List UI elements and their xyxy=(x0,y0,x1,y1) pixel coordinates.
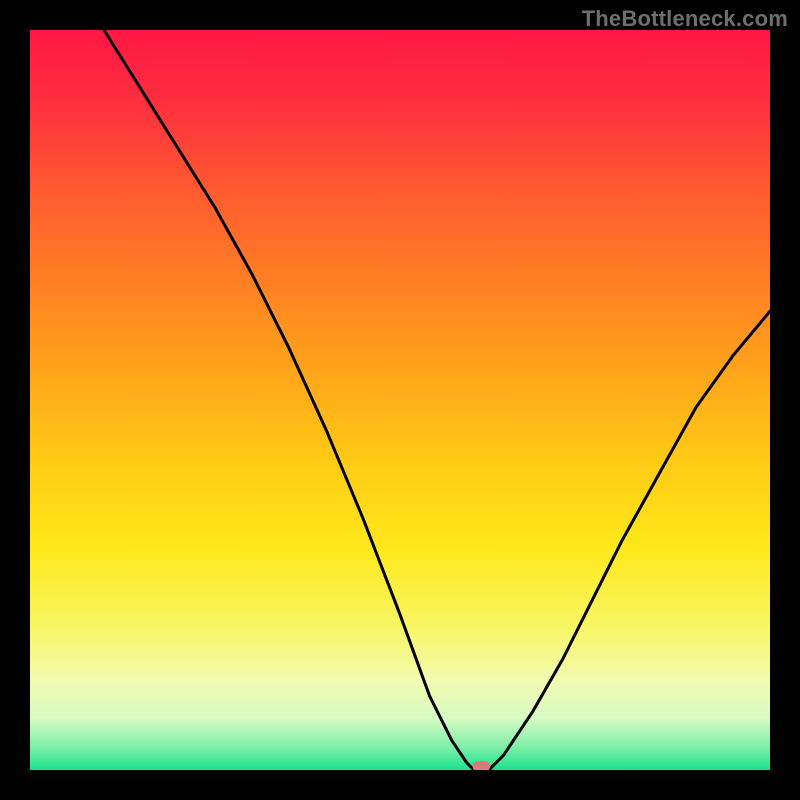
watermark-label: TheBottleneck.com xyxy=(582,6,788,32)
plot-area xyxy=(30,30,770,770)
chart-svg xyxy=(30,30,770,770)
gradient-background xyxy=(30,30,770,770)
optimum-marker xyxy=(472,761,490,770)
chart-container: TheBottleneck.com xyxy=(0,0,800,800)
